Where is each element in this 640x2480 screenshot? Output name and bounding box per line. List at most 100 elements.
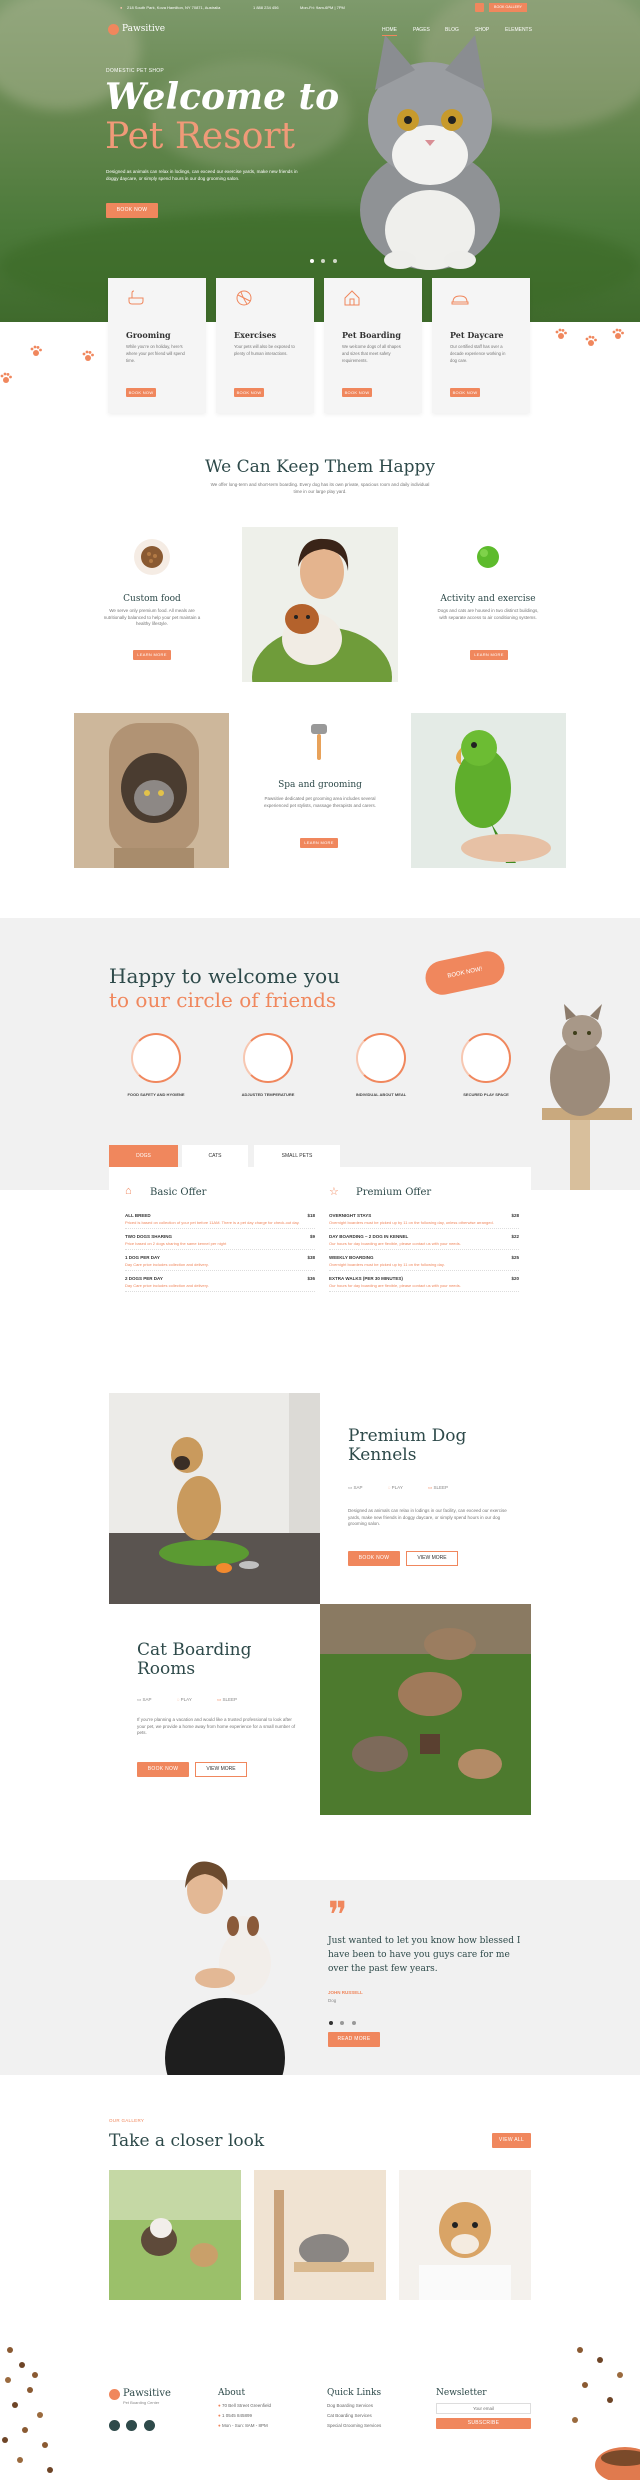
cat-rooms-meta: ▭ SAP ◌ PLAY ▭ SLEEP [137, 1697, 238, 1702]
price-row: OVERNIGHT STAYS $28 Overnight boarders mus… [329, 1213, 519, 1229]
hero-text: Designed as animals can relax in lodings… [106, 169, 298, 181]
tab-cats[interactable]: CATS [182, 1145, 248, 1167]
happy-text: We offer long-term and short-term boardi… [210, 482, 430, 494]
food-safety-icon [131, 1033, 181, 1083]
footer-link[interactable]: Cat Boarding Services [327, 2413, 372, 2418]
basic-offer-title: Basic Offer [150, 1187, 207, 1198]
testimonial-author: JOHN RUSSELL [328, 1990, 363, 1995]
kennels-title-line1: Premium Dog [348, 1426, 467, 1446]
nav-elements[interactable]: ELEMENTS [505, 27, 532, 33]
hero-title-line1: Welcome to [105, 76, 340, 118]
topbar-cta-button[interactable]: BOOK GALLERY [489, 3, 527, 12]
topbar-address: 218 South Park, Kova Hamilton, NY 70871,… [127, 5, 221, 10]
price-item-price: $28 [511, 1213, 519, 1218]
cat-rooms-title-line2: Rooms [137, 1659, 196, 1679]
kennels-view-more-button[interactable]: VIEW MORE [406, 1551, 458, 1566]
price-item-name: WEEKLY BOARDING [329, 1255, 374, 1260]
topbar-phone[interactable]: 1 888 234 456 [253, 5, 279, 10]
price-item-price: $38 [307, 1255, 315, 1260]
service-card-pet-daycare[interactable]: Pet Daycare Our certified staff has over… [432, 278, 530, 413]
nav-blog[interactable]: BLOG [445, 27, 459, 33]
gallery-image-dog-running[interactable] [109, 2170, 241, 2300]
woman-with-dog-image [242, 527, 398, 682]
footer-link[interactable]: Special Grooming Services [327, 2423, 381, 2428]
footer-brand-name[interactable]: Pawsitive [123, 2388, 171, 2399]
testimonial-quote: Just wanted to let you know how blessed … [328, 1936, 521, 1974]
footer-link[interactable]: Dog Boarding Services [327, 2403, 373, 2408]
bed-icon [451, 295, 469, 305]
parrot-image [411, 713, 566, 868]
tab-small-pets[interactable]: SMALL PETS [254, 1145, 340, 1167]
testimonial-role: Dog [328, 1998, 337, 2003]
price-row: 2 DOGS PER DAY $36 Day Care price includes… [125, 1276, 315, 1292]
quote-icon: ❞ [328, 1895, 348, 1936]
service-card-pet-boarding[interactable]: Pet Boarding We welcome dogs of all shap… [324, 278, 422, 413]
gallery-eyebrow: OUR GALLERY [109, 2118, 145, 2123]
card-text: We welcome dogs of all shapes and sizes … [342, 344, 401, 363]
logo-paw-icon [108, 24, 119, 35]
facebook-icon[interactable] [143, 2420, 155, 2431]
instagram-icon[interactable] [126, 2420, 138, 2431]
hero-slider-dots[interactable] [310, 250, 337, 268]
newsletter-email-input[interactable] [436, 2403, 531, 2414]
kennels-meta: ▭ SAP ◌ PLAY ▭ SLEEP [348, 1485, 449, 1490]
feature-text-activity: Dogs and cats are housed in two distinct… [437, 608, 539, 620]
cat-rooms-view-more-button[interactable]: VIEW MORE [195, 1762, 247, 1777]
meal-icon [356, 1033, 406, 1083]
hero-eyebrow: DOMESTIC PET SHOP [106, 68, 165, 74]
brand-name[interactable]: Pawsitive [122, 24, 165, 34]
footer-about-phone[interactable]: ● 1 0545 845899 [218, 2413, 252, 2418]
twitter-icon[interactable] [109, 2420, 120, 2431]
service-card-exercises[interactable]: Exercises Your pets will also be exposed… [216, 278, 314, 413]
card-title: Pet Boarding [342, 330, 401, 340]
card-text: Your pets will also be exposed to plenty… [234, 344, 295, 356]
book-now-bone-badge[interactable]: BOOK NOW! [422, 948, 508, 998]
nav-home[interactable]: HOME [382, 27, 397, 36]
welcome-item-label: FOOD SAFETY AND HYGIENE [127, 1092, 185, 1097]
card-book-button[interactable]: BOOK NOW [342, 388, 372, 397]
newsletter-subscribe-button[interactable]: SUBSCRIBE [436, 2418, 531, 2429]
gallery-title: Take a closer look [109, 2131, 265, 2151]
green-ball-icon [470, 539, 506, 575]
star-icon: ☆ [329, 1186, 339, 1198]
tab-dogs[interactable]: DOGS [109, 1145, 178, 1167]
price-item-desc: Our hours for day boarding are flexible,… [329, 1241, 461, 1246]
cat-rooms-book-button[interactable]: BOOK NOW [137, 1762, 189, 1777]
nav-shop[interactable]: SHOP [475, 27, 489, 33]
cart-icon[interactable] [475, 3, 484, 12]
card-text: While you’re on holiday, here’s where yo… [126, 344, 185, 363]
card-title: Pet Daycare [450, 330, 504, 340]
paw-icon [612, 328, 624, 339]
card-book-button[interactable]: BOOK NOW [450, 388, 480, 397]
price-item-name: 1 DOG PER DAY [125, 1255, 160, 1260]
gallery-view-all-button[interactable]: VIEW ALL [492, 2133, 531, 2148]
testimonial-dots[interactable] [329, 2012, 356, 2030]
feature-title-activity: Activity and exercise [440, 594, 536, 604]
nav-pages[interactable]: PAGES [413, 27, 430, 33]
price-item-price: $25 [511, 1255, 519, 1260]
feature-text-spa: Pawsitive dedicated pet grooming area in… [263, 796, 377, 808]
testimonial-read-more-button[interactable]: READ MORE [328, 2032, 380, 2047]
footer-newsletter-title: Newsletter [436, 2388, 487, 2398]
kennels-book-button[interactable]: BOOK NOW [348, 1551, 400, 1566]
cat-rooms-title-line1: Cat Boarding [137, 1640, 252, 1660]
feature-learn-more-spa[interactable]: LEARN MORE [300, 838, 338, 848]
paw-icon [585, 335, 597, 346]
hero-book-button[interactable]: BOOK NOW [106, 203, 158, 218]
grooming-brush-icon [311, 724, 327, 760]
price-item-price: $9 [309, 1234, 315, 1239]
welcome-item-label: SECURED PLAY SPACE [463, 1092, 509, 1097]
price-item-desc: Overnight boarders must be picked up by … [329, 1262, 445, 1267]
card-book-button[interactable]: BOOK NOW [126, 388, 156, 397]
feature-learn-more-activity[interactable]: LEARN MORE [470, 650, 508, 660]
gallery-image-cat-tree[interactable] [254, 2170, 386, 2300]
house-icon [344, 290, 360, 306]
gallery-image-dog-towel[interactable] [399, 2170, 531, 2300]
price-item-desc: Price based on 2 dogs sharing the same k… [125, 1241, 227, 1246]
feature-learn-more-food[interactable]: LEARN MORE [133, 650, 171, 660]
service-card-grooming[interactable]: Grooming While you’re on holiday, here’s… [108, 278, 206, 413]
price-row: TWO DOGS SHARING $9 Price based on 2 dogs … [125, 1234, 315, 1250]
card-book-button[interactable]: BOOK NOW [234, 388, 264, 397]
price-item-price: $20 [511, 1276, 519, 1281]
price-item-desc: Priced is based on collection of your pe… [125, 1220, 300, 1225]
